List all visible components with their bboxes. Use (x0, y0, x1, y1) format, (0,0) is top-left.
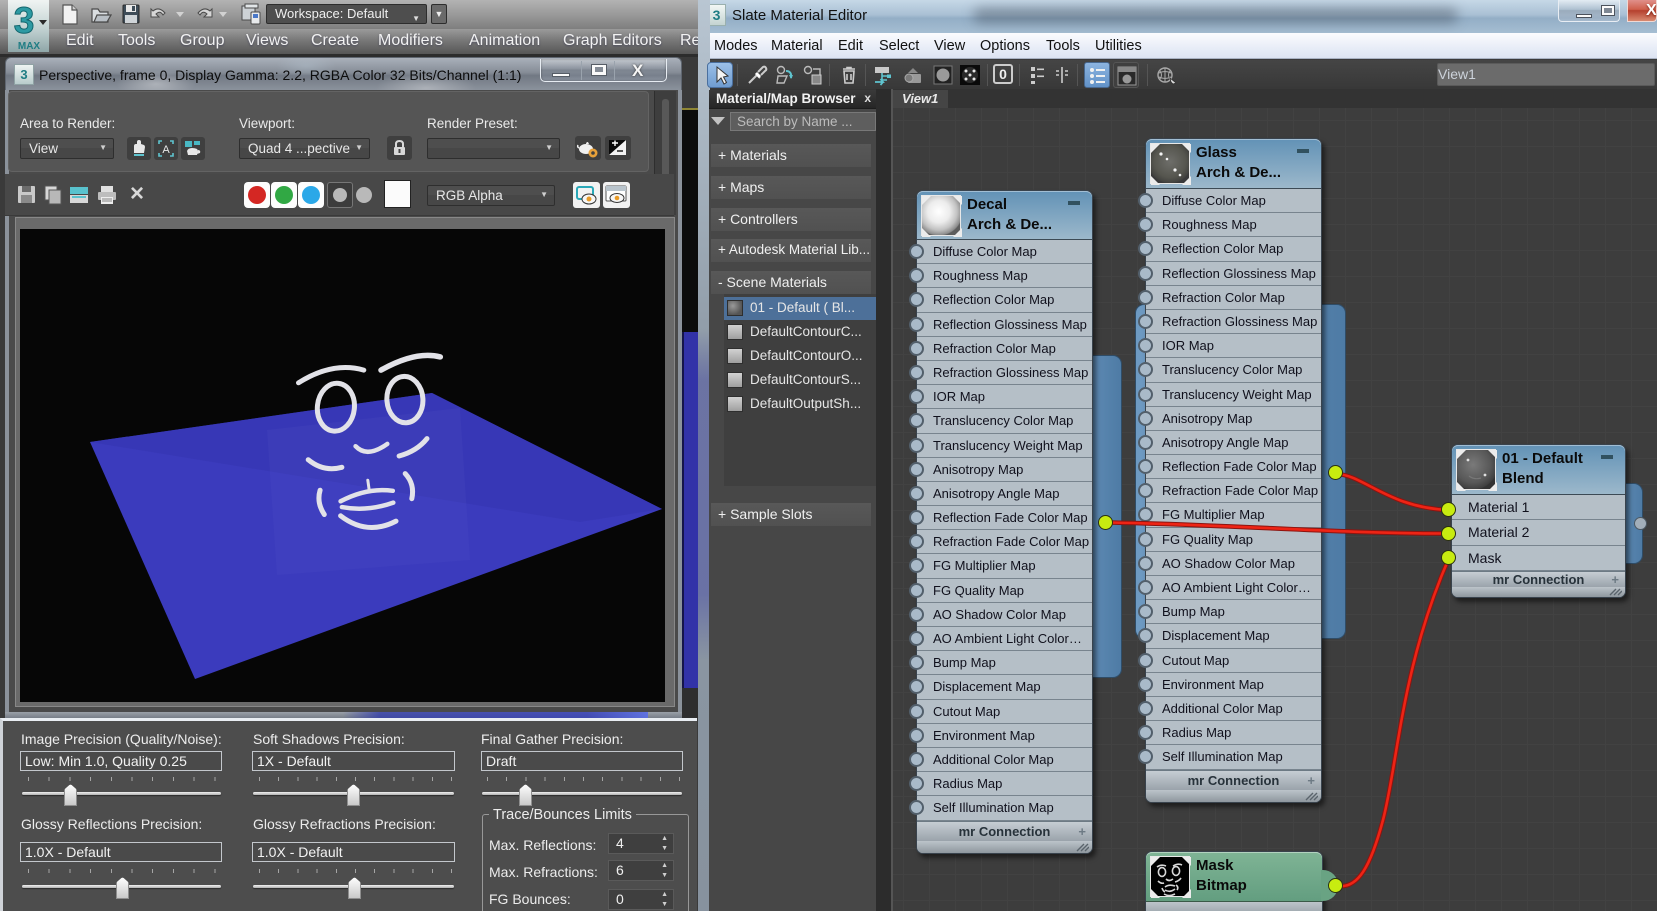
svg-text:3: 3 (14, 0, 35, 41)
svg-text:MAX: MAX (18, 41, 41, 52)
svg-text:A: A (162, 144, 170, 156)
